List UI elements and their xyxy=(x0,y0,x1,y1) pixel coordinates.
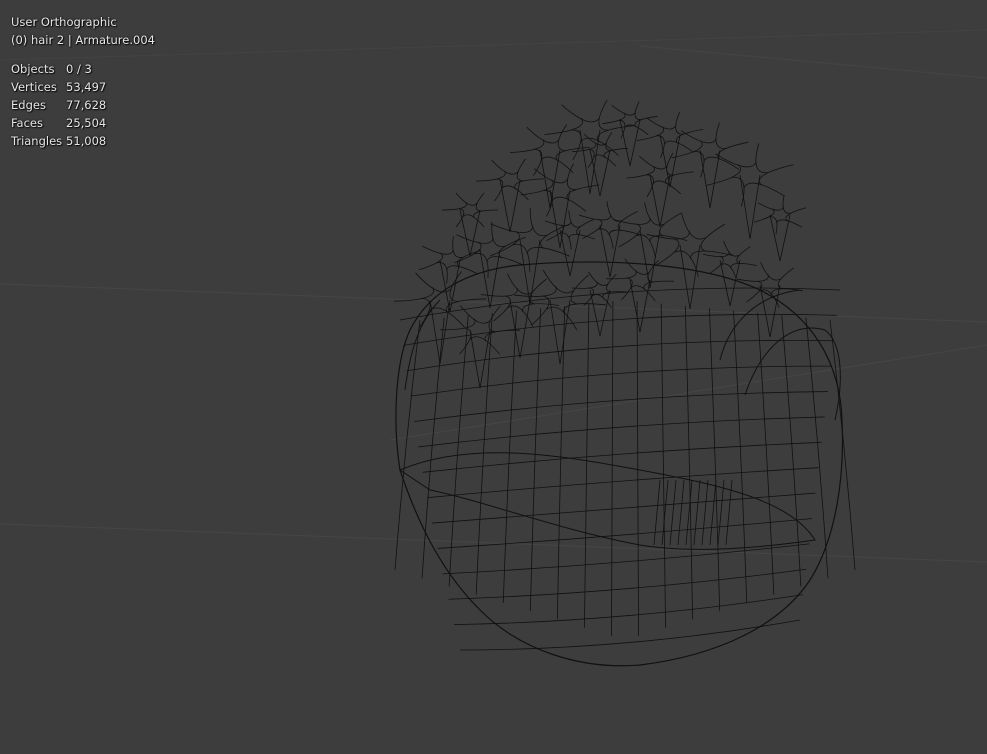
active-object-info: (0) hair 2 | Armature.004 xyxy=(11,33,155,47)
stat-label-edges: Edges xyxy=(11,98,46,112)
view-name: User Orthographic xyxy=(11,15,117,29)
stat-value-edges: 77,628 xyxy=(66,98,107,112)
stat-label-objects: Objects xyxy=(11,62,55,76)
3d-viewport[interactable]: User Orthographic (0) hair 2 | Armature.… xyxy=(0,0,987,754)
stat-label-vertices: Vertices xyxy=(11,80,57,94)
stat-value-faces: 25,504 xyxy=(66,116,107,130)
stat-label-faces: Faces xyxy=(11,116,43,130)
scene-statistics: Objects 0 / 3 Vertices 53,497 Edges 77,6… xyxy=(11,60,155,150)
stat-label-triangles: Triangles xyxy=(11,134,63,148)
stat-value-objects: 0 / 3 xyxy=(66,62,92,76)
stat-value-triangles: 51,008 xyxy=(66,134,107,148)
stat-value-vertices: 53,497 xyxy=(66,80,107,94)
viewport-overlay: User Orthographic (0) hair 2 | Armature.… xyxy=(11,13,155,150)
